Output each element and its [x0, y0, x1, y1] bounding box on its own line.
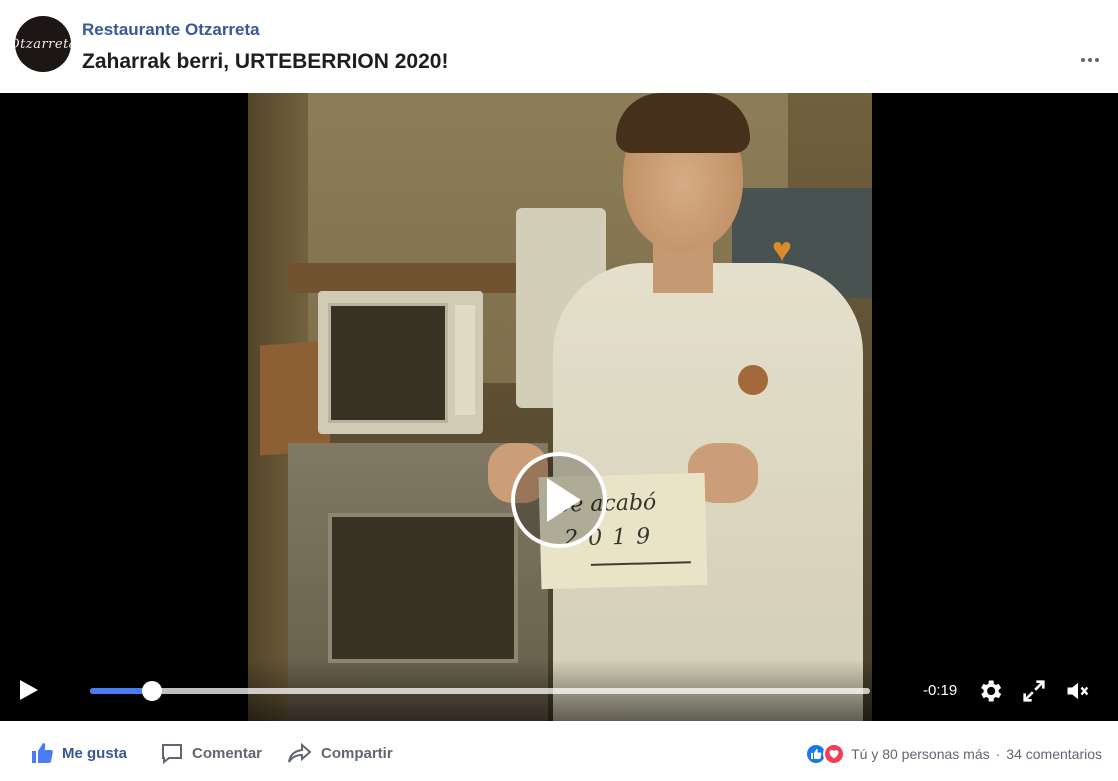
- time-remaining: -0:19: [923, 682, 958, 699]
- progress-scrubber[interactable]: [141, 681, 162, 701]
- love-reaction-icon[interactable]: [823, 743, 846, 765]
- play-overlay-button[interactable]: [511, 452, 607, 548]
- gear-icon: [981, 680, 1002, 702]
- fullscreen-button[interactable]: [1020, 677, 1048, 705]
- avatar-logo-text: Otzarreta: [15, 36, 71, 52]
- progress-track: [90, 688, 870, 694]
- settings-button[interactable]: [976, 677, 1004, 705]
- video-player[interactable]: ♥ Se acabó 2019: [0, 93, 1118, 721]
- play-icon: [20, 680, 38, 700]
- comment-label: Comentar: [192, 744, 263, 762]
- reactions-count-link[interactable]: Tú y 80 personas más: [851, 746, 990, 762]
- play-icon: [547, 478, 581, 522]
- volume-muted-icon: [1067, 682, 1089, 700]
- fullscreen-icon: [1023, 680, 1045, 702]
- like-label: Me gusta: [62, 744, 128, 762]
- video-controls: -0:19: [0, 660, 1118, 721]
- ellipsis-icon: [1081, 58, 1085, 62]
- comment-icon: [162, 744, 182, 765]
- page-name-link[interactable]: Restaurante Otzarreta: [82, 20, 260, 40]
- page-avatar[interactable]: Otzarreta: [15, 16, 71, 72]
- post-footer: Me gusta Comentar Compartir Tú y 80 pers…: [0, 721, 1118, 781]
- post-title: Zaharrak berri, URTEBERRION 2020!: [82, 50, 449, 73]
- comment-button[interactable]: Comentar: [160, 741, 262, 765]
- progress-bar[interactable]: [90, 681, 870, 701]
- more-options-button[interactable]: [1078, 48, 1102, 72]
- reaction-summary: Tú y 80 personas más · 34 comentarios: [805, 743, 1102, 765]
- comments-count-link[interactable]: 34 comentarios: [1006, 746, 1102, 762]
- share-label: Compartir: [321, 744, 393, 762]
- summary-separator: ·: [995, 746, 1001, 762]
- video-frame: ♥ Se acabó 2019: [248, 93, 872, 721]
- like-button[interactable]: Me gusta: [30, 741, 127, 765]
- thumbs-up-icon: [32, 743, 53, 764]
- post-header: Otzarreta Restaurante Otzarreta Zaharrak…: [0, 0, 1118, 93]
- share-button[interactable]: Compartir: [287, 741, 393, 765]
- share-icon: [288, 742, 312, 763]
- mute-button[interactable]: [1064, 677, 1092, 705]
- play-button[interactable]: [20, 680, 42, 702]
